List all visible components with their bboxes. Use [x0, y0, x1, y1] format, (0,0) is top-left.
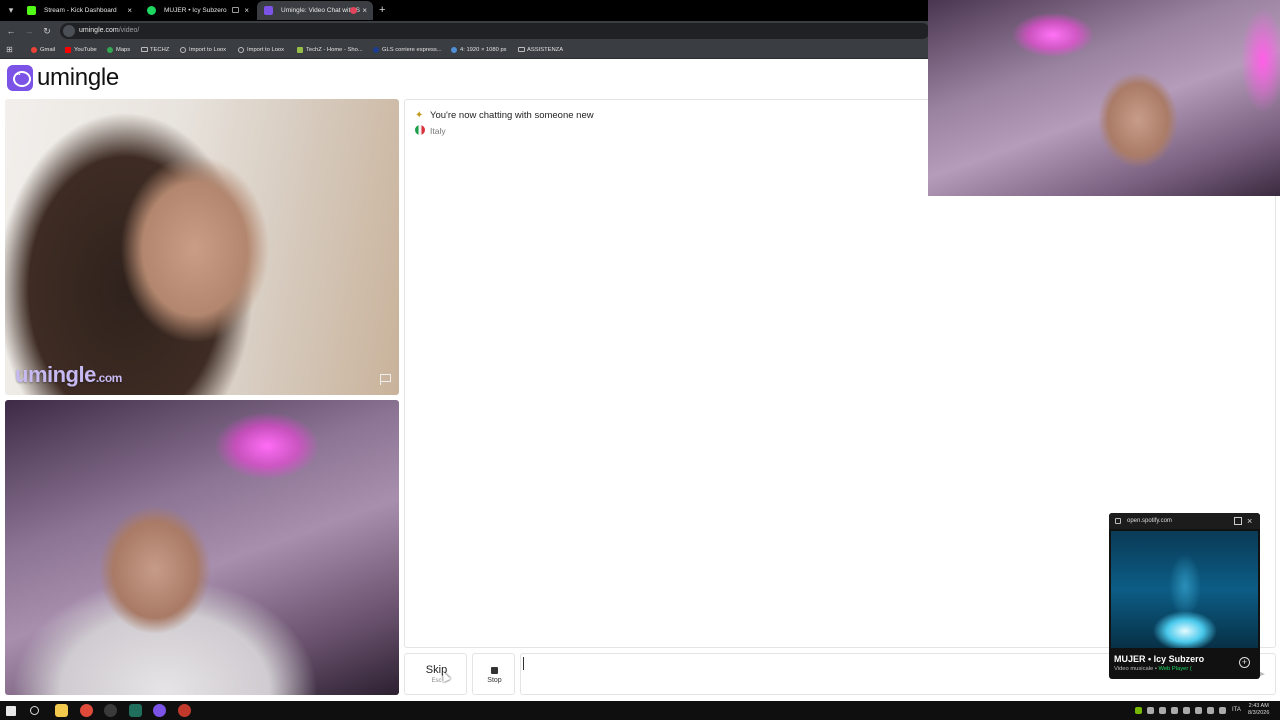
recording-indicator-icon	[350, 7, 357, 14]
gls-icon	[373, 47, 379, 53]
folder-icon	[141, 47, 148, 52]
skip-shortcut-hint: Esc	[431, 678, 442, 684]
tray-icon[interactable]	[1147, 707, 1154, 714]
track-title: MUJER • Icy Subzero	[1114, 654, 1205, 664]
party-popper-icon: ✦	[415, 110, 424, 121]
chrome-icon[interactable]	[80, 704, 93, 717]
youtube-icon	[65, 47, 71, 53]
gmail-icon	[31, 47, 37, 53]
url-text[interactable]: umingle.com/video/	[79, 23, 139, 39]
start-icon[interactable]	[6, 706, 16, 716]
kick-favicon-icon	[27, 6, 36, 15]
report-flag-icon[interactable]	[380, 374, 391, 385]
maps-icon	[107, 47, 113, 53]
umingle-favicon-icon	[264, 6, 273, 15]
partner-country: Italy	[415, 125, 446, 136]
file-explorer-icon[interactable]	[55, 704, 68, 717]
bookmark-import-loox-2[interactable]: Import to Loox	[238, 41, 284, 59]
nvidia-tray-icon[interactable]	[1135, 707, 1142, 714]
tab-title: Stream - Kick Dashboard	[44, 7, 117, 14]
tab-umingle[interactable]: Umingle: Video Chat with S ×	[257, 1, 373, 20]
mini-player-header: open.spotify.com ×	[1109, 513, 1260, 529]
mini-player-site: open.spotify.com	[1127, 518, 1172, 524]
track-subtitle: Video musicale • Web Player (	[1114, 666, 1192, 672]
tray-icon[interactable]	[1195, 707, 1202, 714]
stop-button[interactable]: Stop	[472, 653, 515, 695]
self-camera-video	[5, 400, 399, 695]
tab-spotify[interactable]: MUJER • Icy Subzero ×	[140, 1, 255, 20]
tab-title: Umingle: Video Chat with S	[281, 7, 361, 14]
music-video-artwork	[1111, 531, 1258, 648]
globe-icon	[180, 47, 186, 53]
terminal-icon[interactable]	[129, 704, 142, 717]
video-watermark: umingle.com	[15, 362, 122, 387]
clock-date: 8/3/2026	[1248, 710, 1270, 716]
tab-close-icon[interactable]: ×	[127, 1, 132, 20]
bookmark-gls[interactable]: GLS corriere espress...	[373, 41, 442, 59]
close-icon[interactable]: ×	[1247, 513, 1252, 529]
spotify-favicon-icon	[147, 6, 156, 15]
chat-system-message: ✦ You're now chatting with someone new	[415, 110, 594, 121]
apps-grid-icon[interactable]: ⊞	[6, 41, 13, 59]
skip-label: Skip	[425, 664, 448, 676]
back-icon[interactable]: ←	[4, 24, 18, 38]
obs-icon[interactable]	[104, 704, 117, 717]
streamer-webcam-overlay	[928, 0, 1280, 196]
resolution-icon	[451, 47, 457, 53]
input-language[interactable]: ITA	[1232, 701, 1241, 720]
text-caret	[523, 657, 524, 670]
stop-icon	[491, 667, 498, 674]
bookmark-youtube[interactable]: YouTube	[65, 41, 97, 59]
tray-icon[interactable]	[1183, 707, 1190, 714]
site-settings-icon[interactable]	[1115, 518, 1121, 524]
new-tab-button[interactable]: +	[379, 2, 389, 18]
folder-icon	[518, 47, 525, 52]
reload-icon[interactable]: ↻	[40, 24, 54, 38]
umingle-logo-icon[interactable]	[7, 65, 33, 91]
site-info-icon[interactable]	[63, 25, 75, 37]
tray-icon[interactable]	[1159, 707, 1166, 714]
opera-icon[interactable]	[178, 704, 191, 717]
stop-label: Stop	[487, 677, 502, 684]
forward-icon[interactable]: →	[22, 24, 36, 38]
tray-icon[interactable]	[1171, 707, 1178, 714]
bookmark-import-loox-1[interactable]: Import to Loox	[180, 41, 226, 59]
clock[interactable]: 2:43 AM 8/3/2026	[1248, 703, 1269, 717]
shopify-icon	[297, 47, 303, 53]
tab-close-icon[interactable]: ×	[244, 1, 249, 20]
bookmark-maps[interactable]: Maps	[107, 41, 130, 59]
stranger-video: umingle.com	[5, 99, 399, 395]
bookmark-techz-home[interactable]: TechZ - Home - Sho...	[297, 41, 363, 59]
tab-kick-dashboard[interactable]: Stream - Kick Dashboard ×	[20, 1, 138, 20]
search-icon[interactable]	[30, 706, 39, 715]
bookmark-gmail[interactable]: Gmail	[31, 41, 55, 59]
app-icon[interactable]	[153, 704, 166, 717]
bookmark-techz-folder[interactable]: TECHZ	[141, 41, 169, 59]
site-logo-text[interactable]: umingle	[37, 64, 119, 92]
tab-search-icon[interactable]: ▾	[4, 3, 18, 17]
tab-title: MUJER • Icy Subzero	[164, 7, 227, 14]
windows-taskbar: ITA 2:43 AM 8/3/2026	[0, 701, 1280, 720]
bookmark-resolution[interactable]: 4: 1920 × 1080 px	[451, 41, 507, 59]
address-bar[interactable]: umingle.com/video/	[60, 23, 930, 39]
picture-in-picture-icon	[232, 7, 239, 13]
expand-icon[interactable]	[1234, 517, 1242, 525]
bookmark-assistenza-folder[interactable]: ASSISTENZA	[518, 41, 563, 59]
volume-icon[interactable]	[1219, 707, 1226, 714]
spotify-mini-player[interactable]: open.spotify.com × MUJER • Icy Subzero V…	[1109, 513, 1260, 679]
skip-button[interactable]: Skip Esc	[404, 653, 467, 695]
globe-icon	[238, 47, 244, 53]
add-to-library-icon[interactable]: +	[1239, 657, 1250, 668]
italy-flag-icon	[415, 125, 425, 135]
clock-time: 2:43 AM	[1248, 703, 1269, 709]
network-icon[interactable]	[1207, 707, 1214, 714]
tab-close-icon[interactable]: ×	[362, 1, 367, 20]
